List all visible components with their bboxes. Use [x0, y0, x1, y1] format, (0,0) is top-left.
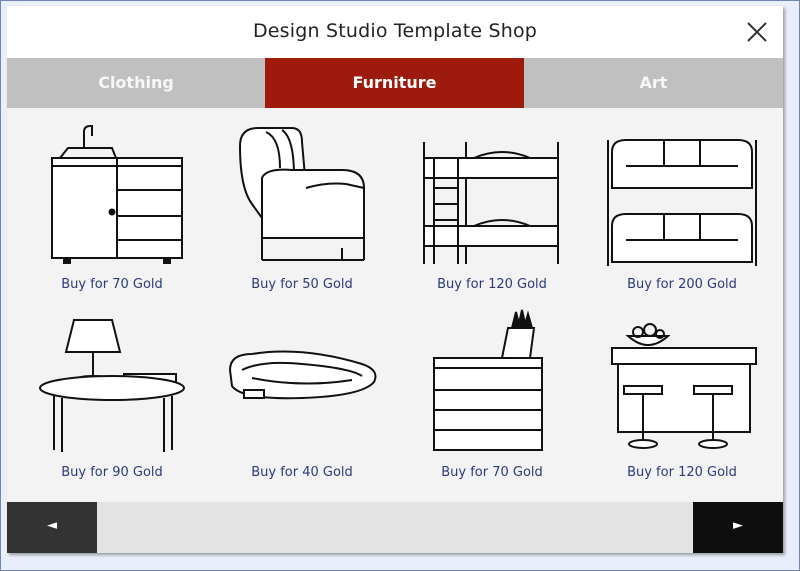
shop-item[interactable]: Buy for 90 Gold [15, 296, 209, 486]
item-price: Buy for 70 Gold [441, 465, 543, 480]
item-price: Buy for 90 Gold [61, 465, 163, 480]
category-tabs: Clothing Furniture Art [7, 58, 783, 108]
item-price: Buy for 50 Gold [251, 277, 353, 292]
shop-item[interactable]: Buy for 120 Gold [585, 296, 779, 486]
pet-bed-icon [228, 350, 377, 400]
sofa-bunk-icon [607, 139, 757, 266]
next-page-button[interactable]: ► [693, 502, 783, 553]
screenshot-frame: Design Studio Template Shop Clothing Fur… [0, 0, 800, 571]
right-arrow-icon: ► [733, 518, 743, 533]
pagination-bar: ◄ ► [7, 502, 783, 553]
bunk-bed-icon [423, 142, 559, 264]
shop-item[interactable]: Buy for 120 Gold [395, 108, 589, 298]
tab-clothing[interactable]: Clothing [7, 58, 265, 108]
shop-item[interactable]: Buy for 200 Gold [585, 108, 779, 298]
shop-item[interactable]: Buy for 70 Gold [15, 108, 209, 298]
item-price: Buy for 120 Gold [627, 465, 737, 480]
left-arrow-icon: ◄ [47, 518, 57, 533]
item-price: Buy for 40 Gold [251, 465, 353, 480]
close-icon[interactable] [745, 20, 769, 44]
kitchen-drawers-knife-block-icon [433, 309, 543, 451]
shop-item[interactable]: Buy for 40 Gold [205, 296, 399, 486]
window-title: Design Studio Template Shop [252, 20, 538, 42]
item-price: Buy for 200 Gold [627, 277, 737, 292]
template-shop-window: Design Studio Template Shop Clothing Fur… [7, 6, 783, 553]
shop-item[interactable]: Buy for 50 Gold [205, 108, 399, 298]
item-grid: Buy for 70 Gold Buy for 50 Gold Buy for … [7, 108, 783, 502]
tab-furniture[interactable]: Furniture [265, 58, 524, 108]
kitchen-sink-cabinet-icon [51, 125, 183, 264]
item-price: Buy for 70 Gold [61, 277, 163, 292]
kitchen-island-stools-icon [611, 323, 757, 449]
previous-page-button[interactable]: ◄ [7, 502, 97, 553]
shop-item[interactable]: Buy for 70 Gold [395, 296, 589, 486]
armchair-icon [238, 127, 365, 261]
side-table-lamp-icon [39, 319, 185, 452]
item-price: Buy for 120 Gold [437, 277, 547, 292]
tab-art[interactable]: Art [524, 58, 783, 108]
title-bar: Design Studio Template Shop [7, 6, 783, 58]
